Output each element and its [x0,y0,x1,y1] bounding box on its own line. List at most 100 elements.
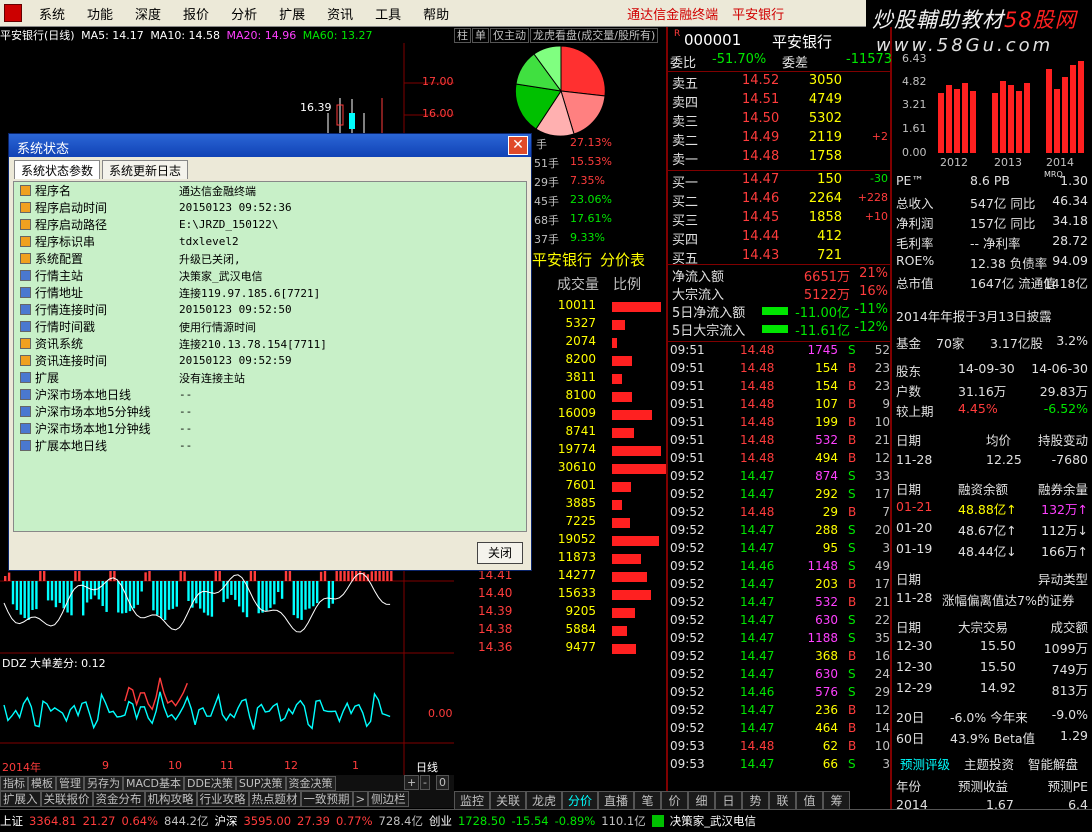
sh-change: 21.27 [82,814,116,828]
tab-ext-in[interactable]: 扩展入 [0,791,41,807]
quote-tab[interactable]: 价 [661,791,688,810]
bid-row[interactable]: 买二 14.46 2264 +228 [670,191,890,210]
ask-row[interactable]: 卖二 14.49 2119 +2 [670,130,890,149]
status-row: 沪深市场本地5分钟线 -- [14,403,526,420]
row-price: 14.38 [478,622,513,636]
dialog-titlebar[interactable]: 系统状态 ✕ [9,134,531,157]
f10-value: 34.18 [1052,213,1088,228]
level-change: +228 [857,191,888,204]
eval-tab[interactable]: 预测评级 [900,754,950,773]
eval-tab[interactable]: 智能解盘 [1028,754,1078,773]
menu-function[interactable]: 功能 [76,4,124,23]
macd-bar [273,581,276,605]
tab-indicator[interactable]: 指标 [0,776,28,791]
quote-tab[interactable]: 联 [769,791,796,810]
menu-analysis[interactable]: 分析 [220,4,268,23]
tick-price: 14.48 [740,505,775,519]
sidebar-toggle-button[interactable]: 侧边栏 [368,791,409,807]
fc-h3: 预测PE [1047,779,1088,794]
hc-change: -7680 [1051,452,1088,467]
quote-tab[interactable]: 龙虎 [526,791,562,810]
holder-b: 29.83万 [1039,384,1088,399]
tab-fund[interactable]: 资金决策 [285,776,336,791]
level-label: 卖三 [672,115,699,130]
tab-related-quote[interactable]: 关联报价 [40,791,93,807]
bid-row[interactable]: 买三 14.45 1858 +10 [670,210,890,229]
quote-tab[interactable]: 直播 [598,791,634,810]
quote-tab[interactable]: 细 [688,791,715,810]
quote-tab[interactable]: 关联 [490,791,526,810]
tick-price: 14.48 [740,451,775,465]
zoom-in-button[interactable]: + [404,775,420,790]
tab-sup[interactable]: SUP决策 [235,776,286,791]
quote-tab[interactable]: 值 [796,791,823,810]
perf-val: 1.29 [1060,728,1088,743]
tab-macd[interactable]: MACD基本 [123,776,184,791]
close-button[interactable]: 关闭 [477,542,523,564]
menu-help[interactable]: 帮助 [412,4,460,23]
quote-tab[interactable]: 分价 [562,791,598,810]
menu-quote[interactable]: 报价 [172,4,220,23]
x-label-9: 9 [102,759,109,772]
bid-row[interactable]: 买一 14.47 150 -30 [670,172,890,191]
tab-fund-dist[interactable]: 资金分布 [92,791,145,807]
close-icon[interactable]: ✕ [508,136,528,155]
status-row: 程序启动时间 20150123 09:52:36 [14,199,526,216]
menu-news[interactable]: 资讯 [316,4,364,23]
tab-update-log[interactable]: 系统更新日志 [102,160,189,179]
menu-tools[interactable]: 工具 [364,4,412,23]
tick-time: 09:52 [670,649,705,663]
flow-row: 5日净流入额 -11.00亿 -11% [670,302,890,321]
ask-row[interactable]: 卖三 14.50 5302 [670,111,890,130]
eval-tab[interactable]: 主题投资 [964,754,1014,773]
tab-manage[interactable]: 管理 [56,776,84,791]
row-volume: 16009 [557,406,596,420]
quote-tab[interactable]: 筹 [823,791,850,810]
tick-row: 09:53 14.47 66 S 3 [670,757,890,775]
status-row: 资讯连接时间 20150123 09:52:59 [14,352,526,369]
tick-direction: S [848,487,856,501]
indicator-tabs: 指标 模板 管理 另存为 MACD基本 DDE决策 SUP决策 资金决策 + - 0 [0,775,454,791]
status-value: -- [179,405,193,418]
tab-single[interactable]: 单 [472,28,489,43]
tab-industry[interactable]: 行业攻略 [196,791,249,807]
tab-inst[interactable]: 机构攻略 [144,791,197,807]
row-volume: 14277 [557,568,596,582]
tab-hot[interactable]: 热点题材 [248,791,301,807]
tab-consensus[interactable]: 一致预期 [300,791,353,807]
ask-row[interactable]: 卖四 14.51 4749 [670,92,890,111]
zoom-out-button[interactable]: - [420,775,430,790]
tab-active-only[interactable]: 仅主动 [490,28,529,43]
tab-saveas[interactable]: 另存为 [84,776,123,791]
reset-button[interactable]: 0 [436,775,449,790]
period-label[interactable]: 日线 [416,759,438,775]
tab-template[interactable]: 模板 [28,776,56,791]
menu-extend[interactable]: 扩展 [268,4,316,23]
abnormal-row: 11-28 涨幅偏离值达7%的证券 [894,590,1092,610]
menu-system[interactable]: 系统 [28,4,76,23]
tabs-arrow-button[interactable]: > [352,791,369,807]
row-price: 14.36 [478,640,513,654]
level-price: 14.47 [742,172,780,187]
macd-bar [296,581,299,619]
ask-row[interactable]: 卖五 14.52 3050 [670,73,890,92]
bid-row[interactable]: 买四 14.44 412 [670,229,890,248]
cy-percent: -0.89% [554,814,596,828]
tick-count: 17 [874,577,890,591]
quote-tab[interactable]: 笔 [634,791,661,810]
quote-tab[interactable]: 势 [742,791,769,810]
quote-tab[interactable]: 日 [715,791,742,810]
status-key: 程序启动路径 [35,218,108,232]
ask-row[interactable]: 卖一 14.48 1758 [670,149,890,168]
quote-tab[interactable]: 监控 [454,791,490,810]
status-key: 沪深市场本地1分钟线 [35,422,151,436]
tick-row: 09:52 14.47 874 S 33 [670,469,890,487]
menu-depth[interactable]: 深度 [124,4,172,23]
tick-volume: 288 [815,523,838,537]
tab-column[interactable]: 柱 [454,28,471,43]
tick-count: 14 [874,721,890,735]
tab-status-params[interactable]: 系统状态参数 [14,160,101,179]
tab-dde[interactable]: DDE决策 [183,776,236,791]
tab-longhu[interactable]: 龙虎看盘(成交量/股所有) [530,28,659,43]
block-header: 日期 大宗交易 成交额 [894,617,1092,637]
